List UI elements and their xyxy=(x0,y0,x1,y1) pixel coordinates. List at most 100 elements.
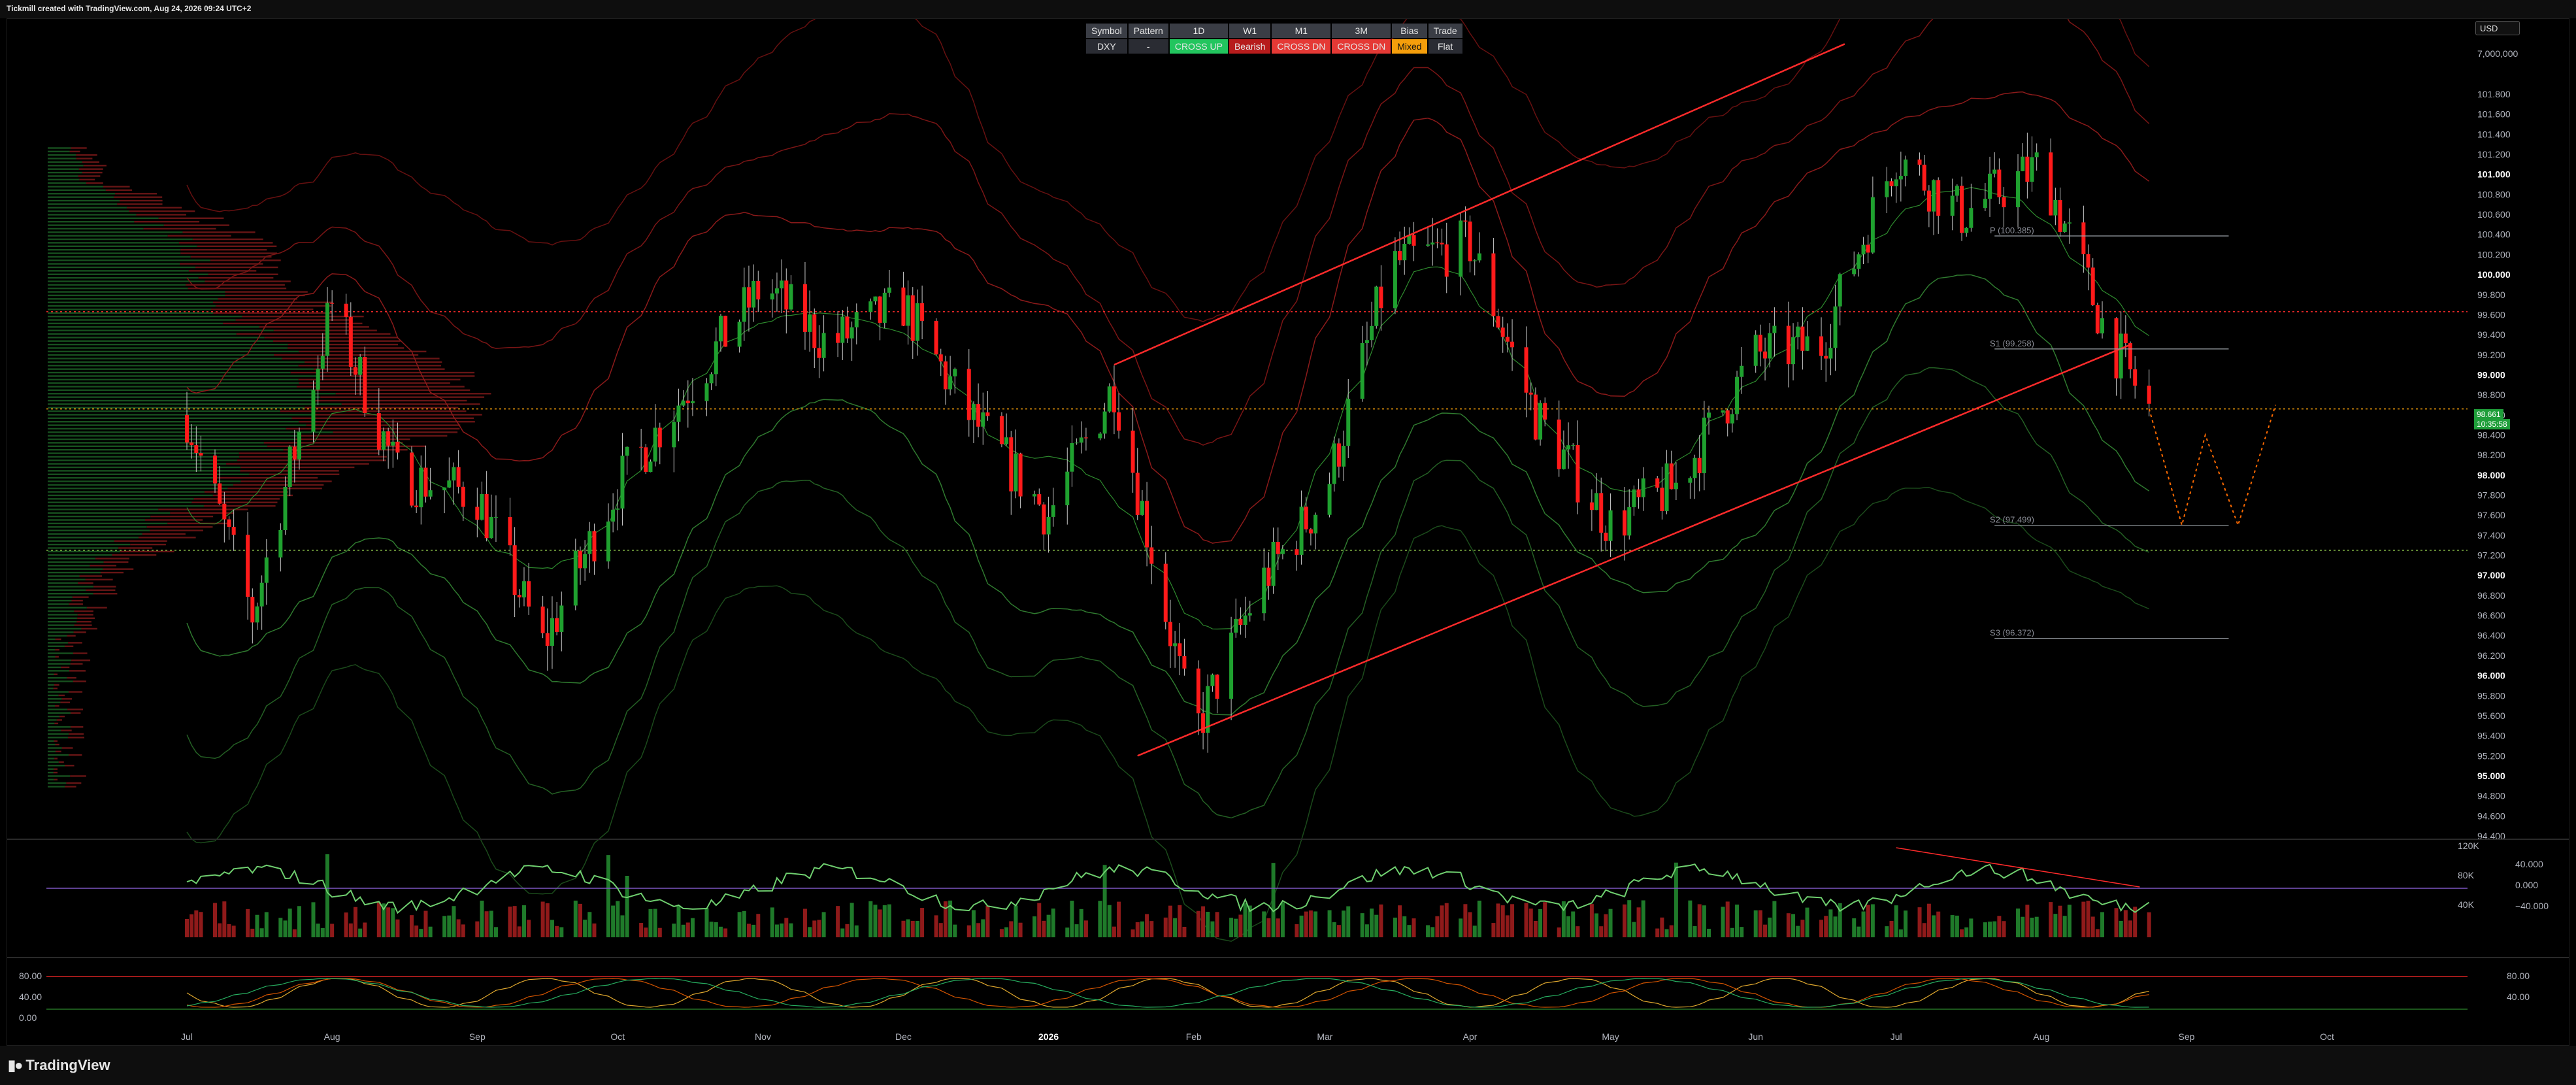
volume-bar xyxy=(1917,907,1922,937)
profile-bar-sell xyxy=(100,571,124,574)
tradingview-logo[interactable]: ▮● TradingView xyxy=(8,1057,110,1074)
volume-bar xyxy=(639,923,644,937)
candle-body xyxy=(774,288,779,294)
time-tick[interactable]: Sep xyxy=(469,1031,486,1042)
profile-bar-buy xyxy=(48,171,82,174)
profile-bar-sell xyxy=(237,459,386,461)
volume-bar xyxy=(1201,906,1206,937)
time-tick[interactable]: Apr xyxy=(1463,1031,1478,1042)
volume-bar xyxy=(386,907,391,937)
profile-bar-sell xyxy=(60,701,71,703)
candle-body xyxy=(2086,254,2090,268)
time-tick[interactable]: Dec xyxy=(895,1031,912,1042)
volume-bar xyxy=(250,928,255,937)
candle-body xyxy=(419,467,423,508)
candle-body xyxy=(311,390,316,432)
candle-body xyxy=(1655,478,1660,488)
profile-bar-sell xyxy=(317,375,475,377)
volume-bar xyxy=(1571,911,1576,937)
candle-body xyxy=(1641,478,1645,497)
candle-body xyxy=(508,516,512,546)
profile-bar-sell xyxy=(70,775,86,777)
profile-bar-buy xyxy=(48,673,54,675)
volume-bar xyxy=(1702,905,1706,937)
volume-bar xyxy=(1360,913,1364,937)
price-axis[interactable]: 7,000,000 101.800 101.600 101.400 101.200 101… xyxy=(2477,48,2518,841)
profile-bar-sell xyxy=(61,729,72,731)
candle-body xyxy=(1070,443,1074,472)
candle-body xyxy=(1173,643,1178,646)
time-tick[interactable]: Aug xyxy=(324,1031,340,1042)
candle-body xyxy=(1885,181,1889,197)
profile-bar-buy xyxy=(48,705,56,707)
candle-body xyxy=(288,446,292,488)
candle-body xyxy=(873,296,878,302)
volume-bar xyxy=(1589,904,1594,937)
bias-header-trade: Trade xyxy=(1428,24,1462,38)
time-tick[interactable]: Jul xyxy=(181,1031,193,1042)
profile-bar-buy xyxy=(48,238,193,241)
time-tick[interactable]: Nov xyxy=(755,1031,771,1042)
profile-bar-buy xyxy=(48,189,106,192)
profile-bar-buy xyxy=(48,568,103,570)
time-tick[interactable]: Feb xyxy=(1186,1031,1202,1042)
profile-bar-sell xyxy=(180,248,267,251)
time-tick[interactable]: 2026 xyxy=(1038,1031,1059,1042)
profile-bar-buy xyxy=(48,445,268,447)
key-levels xyxy=(46,311,2468,551)
profile-bar-buy xyxy=(48,603,69,605)
time-tick[interactable]: Sep xyxy=(2179,1031,2195,1042)
time-tick[interactable]: Aug xyxy=(2033,1031,2049,1042)
profile-bar-sell xyxy=(79,178,95,181)
time-tick[interactable]: Jul xyxy=(1891,1031,1902,1042)
volume-bar xyxy=(1112,926,1116,937)
price-chart[interactable]: P (100.385) S1 (99.258) S2 (97.499) S3 (96.… xyxy=(7,19,2569,1045)
rsi-tick: 0.000 xyxy=(2515,880,2538,890)
envelope-band xyxy=(186,91,2150,544)
candle-body xyxy=(1693,458,1697,478)
volume-bar xyxy=(1346,906,1351,937)
profile-bar-sell xyxy=(297,386,465,388)
candle-body xyxy=(1430,242,1435,245)
volume-bar xyxy=(1407,925,1412,937)
profile-bar-sell xyxy=(180,252,278,254)
profile-bar-buy xyxy=(48,743,56,746)
volume-bar xyxy=(573,900,578,937)
candle-body xyxy=(1824,356,1828,359)
candle-body xyxy=(1182,656,1187,669)
candle-body xyxy=(1557,419,1561,469)
profile-bar-sell xyxy=(114,196,163,198)
time-tick[interactable]: Oct xyxy=(610,1031,625,1042)
profile-bar-sell xyxy=(74,624,92,626)
candle-body xyxy=(1669,463,1674,490)
volume-bar xyxy=(578,903,582,937)
volume-bar xyxy=(784,918,789,937)
profile-bar-buy xyxy=(48,270,189,272)
profile-bar-sell xyxy=(223,322,363,325)
currency-selector[interactable]: USD xyxy=(2475,21,2520,35)
time-tick[interactable]: Oct xyxy=(2320,1031,2334,1042)
time-tick[interactable]: Jun xyxy=(1748,1031,1763,1042)
volume-bar xyxy=(1210,921,1215,937)
profile-bar-sell xyxy=(240,466,355,469)
profile-bar-buy xyxy=(48,470,240,472)
profile-bar-sell xyxy=(305,407,459,409)
volume-bar xyxy=(938,923,943,937)
candle-body xyxy=(1009,437,1014,492)
profile-bar-buy xyxy=(48,389,312,392)
top-bar: Tickmill created with TradingView.com, A… xyxy=(0,0,2576,18)
volume-bar xyxy=(751,924,756,937)
profile-bar-buy xyxy=(48,786,65,788)
profile-bar-sell xyxy=(82,171,103,174)
time-tick[interactable]: Mar xyxy=(1317,1031,1332,1042)
candle-body xyxy=(1140,501,1144,515)
time-tick[interactable]: May xyxy=(1602,1031,1619,1042)
volume-bar xyxy=(1735,904,1740,937)
chart-frame[interactable]: P (100.385) S1 (99.258) S2 (97.499) S3 (96.… xyxy=(7,18,2569,1046)
bias-value-pattern: - xyxy=(1128,39,1168,54)
volume-bar xyxy=(953,924,957,937)
profile-bar-sell xyxy=(129,210,195,212)
candle-body xyxy=(901,287,906,326)
profile-bar-sell xyxy=(56,719,62,721)
time-axis[interactable]: Jul Aug Sep Oct Nov Dec 2026 Feb Mar Apr May Jun Jul… xyxy=(181,1031,2334,1042)
